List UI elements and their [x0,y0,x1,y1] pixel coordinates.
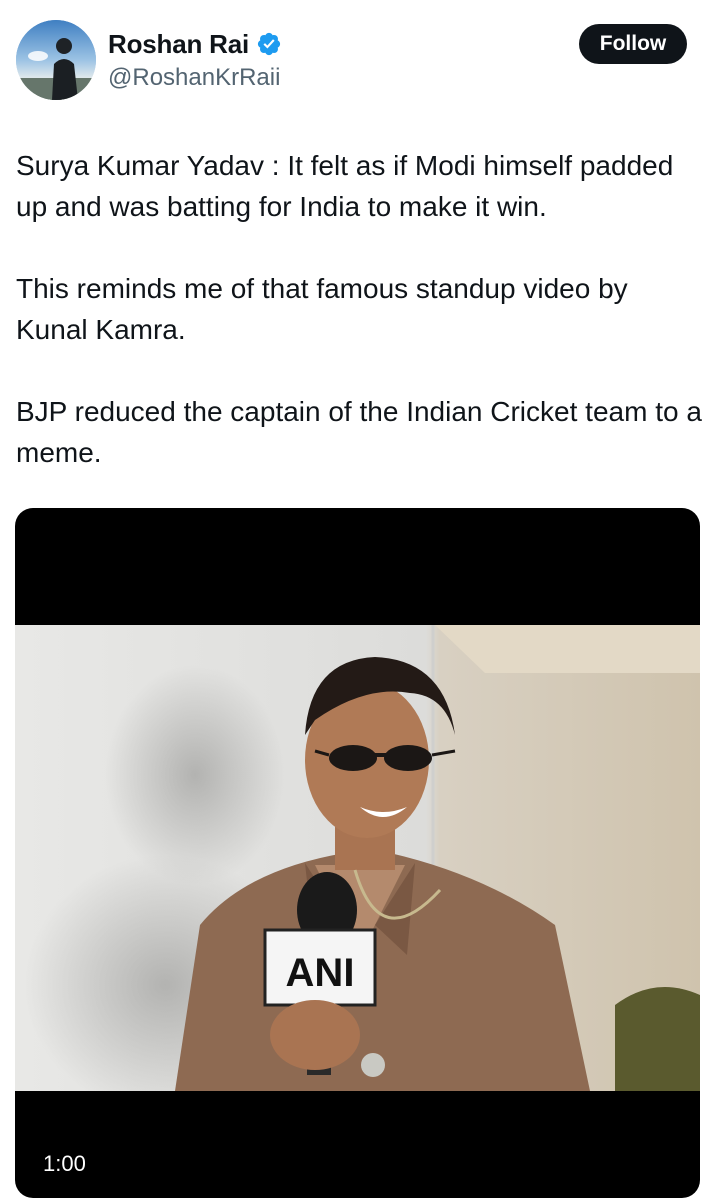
video-thumbnail: ANI [15,625,700,1091]
tweet-card: Roshan Rai @RoshanKrRaii Follow Surya Ku… [0,0,715,1200]
tweet-paragraph: BJP reduced the captain of the Indian Cr… [16,396,702,468]
video-duration: 1:00 [43,1151,86,1176]
tweet-text: Surya Kumar Yadav : It felt as if Modi h… [16,145,706,473]
video-player[interactable]: ANI 1:00 [15,508,700,1198]
tweet-paragraph: Surya Kumar Yadav : It felt as if Modi h… [16,150,674,222]
mic-logo-text: ANI [286,951,355,995]
author-handle[interactable]: @RoshanKrRaii [108,64,280,92]
follow-button[interactable]: Follow [579,24,687,64]
tweet-paragraph: This reminds me of that famous standup v… [16,273,628,345]
verified-badge-icon [256,31,282,57]
author-name-row: Roshan Rai [108,28,282,60]
author-display-name[interactable]: Roshan Rai [108,29,249,60]
author-avatar[interactable] [16,20,96,100]
